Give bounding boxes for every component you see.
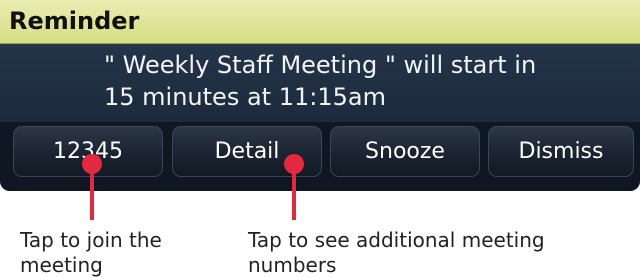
callout-dot-detail <box>284 154 304 174</box>
reminder-title-bar: Reminder <box>0 0 640 44</box>
reminder-message-line-1: " Weekly Staff Meeting " will start in <box>104 51 537 79</box>
reminder-message-line-2: 15 minutes at 11:15am <box>104 83 386 111</box>
annotation-join-line-2: meeting <box>20 253 103 277</box>
annotation-join-line-1: Tap to join the <box>20 228 162 252</box>
annotation-detail-line-1: Tap to see additional meeting <box>248 228 545 252</box>
annotation-detail-line-2: numbers <box>248 253 337 277</box>
dismiss-button[interactable]: Dismiss <box>488 126 634 177</box>
annotation-detail: Tap to see additional meeting numbers <box>248 228 545 277</box>
snooze-button[interactable]: Snooze <box>330 126 480 177</box>
reminder-message: " Weekly Staff Meeting " will start in 1… <box>0 44 640 122</box>
reminder-title: Reminder <box>9 7 140 35</box>
callout-dot-join <box>82 154 102 174</box>
annotation-join: Tap to join the meeting <box>20 228 162 277</box>
